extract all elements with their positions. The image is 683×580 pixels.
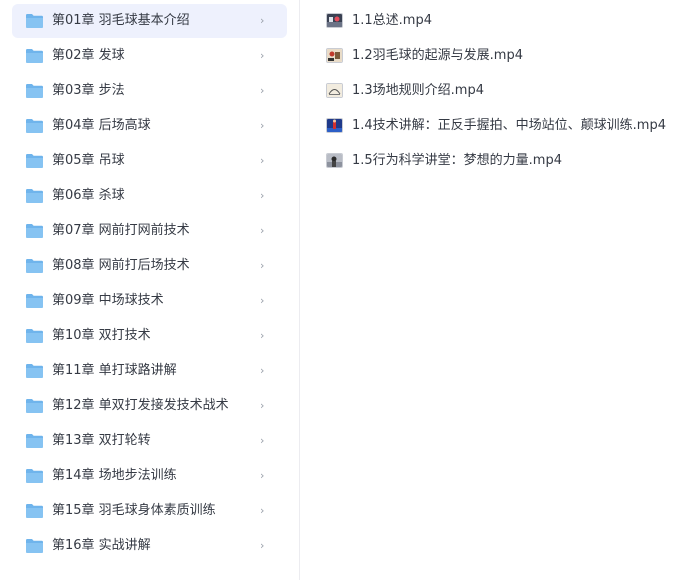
folder-list: 第01章 羽毛球基本介绍 › 第02章 发球 › 第03章 步法 › 第04章 … (0, 0, 299, 580)
folder-label: 第15章 羽毛球身体素质训练 (52, 503, 216, 518)
chevron-right-icon: › (260, 434, 265, 447)
chevron-right-icon: › (260, 224, 265, 237)
file-label: 1.3场地规则介绍.mp4 (352, 83, 484, 98)
folder-icon (26, 153, 43, 168)
folder-icon (26, 398, 43, 413)
file-label: 1.5行为科学讲堂：梦想的力量.mp4 (352, 153, 562, 168)
file-item[interactable]: 1.1总述.mp4 (324, 6, 679, 36)
chevron-right-icon: › (260, 364, 265, 377)
chevron-right-icon: › (260, 14, 265, 27)
folder-item-chapter-05[interactable]: 第05章 吊球 › (12, 144, 287, 178)
chevron-right-icon: › (260, 294, 265, 307)
folder-icon (26, 363, 43, 378)
folder-label: 第12章 单双打发接发技术战术 (52, 398, 229, 413)
folder-label: 第02章 发球 (52, 48, 125, 63)
folder-label: 第14章 场地步法训练 (52, 468, 177, 483)
folder-label: 第07章 网前打网前技术 (52, 223, 190, 238)
folder-item-chapter-10[interactable]: 第10章 双打技术 › (12, 319, 287, 353)
folder-item-chapter-04[interactable]: 第04章 后场高球 › (12, 109, 287, 143)
folder-icon (26, 118, 43, 133)
file-item[interactable]: 1.5行为科学讲堂：梦想的力量.mp4 (324, 146, 679, 176)
folder-item-chapter-13[interactable]: 第13章 双打轮转 › (12, 424, 287, 458)
folder-label: 第10章 双打技术 (52, 328, 151, 343)
folder-icon (26, 83, 43, 98)
folder-item-chapter-09[interactable]: 第09章 中场球技术 › (12, 284, 287, 318)
video-thumbnail-icon (326, 13, 343, 28)
folder-label: 第01章 羽毛球基本介绍 (52, 13, 190, 28)
chevron-right-icon: › (260, 504, 265, 517)
folder-icon (26, 538, 43, 553)
folder-icon (26, 328, 43, 343)
file-label: 1.1总述.mp4 (352, 13, 432, 28)
file-label: 1.2羽毛球的起源与发展.mp4 (352, 48, 523, 63)
video-thumbnail-icon (326, 83, 343, 98)
folder-item-chapter-07[interactable]: 第07章 网前打网前技术 › (12, 214, 287, 248)
folder-item-chapter-03[interactable]: 第03章 步法 › (12, 74, 287, 108)
file-label: 1.4技术讲解：正反手握拍、中场站位、颠球训练.mp4 (352, 118, 666, 133)
folder-icon (26, 433, 43, 448)
folder-label: 第16章 实战讲解 (52, 538, 151, 553)
folder-label: 第13章 双打轮转 (52, 433, 151, 448)
chevron-right-icon: › (260, 119, 265, 132)
folder-item-chapter-02[interactable]: 第02章 发球 › (12, 39, 287, 73)
folder-icon (26, 188, 43, 203)
video-thumbnail-icon (326, 48, 343, 63)
folder-label: 第03章 步法 (52, 83, 125, 98)
folder-label: 第06章 杀球 (52, 188, 125, 203)
file-item[interactable]: 1.2羽毛球的起源与发展.mp4 (324, 41, 679, 71)
folder-item-chapter-01[interactable]: 第01章 羽毛球基本介绍 › (12, 4, 287, 38)
folder-label: 第04章 后场高球 (52, 118, 151, 133)
folder-label: 第08章 网前打后场技术 (52, 258, 190, 273)
chevron-right-icon: › (260, 329, 265, 342)
chevron-right-icon: › (260, 539, 265, 552)
folder-item-chapter-16[interactable]: 第16章 实战讲解 › (12, 529, 287, 563)
folder-icon (26, 468, 43, 483)
chevron-right-icon: › (260, 469, 265, 482)
folder-icon (26, 258, 43, 273)
chevron-right-icon: › (260, 399, 265, 412)
file-item[interactable]: 1.3场地规则介绍.mp4 (324, 76, 679, 106)
folder-icon (26, 503, 43, 518)
video-thumbnail-icon (326, 153, 343, 168)
video-thumbnail-icon (326, 118, 343, 133)
file-list: 1.1总述.mp4 1.2羽毛球的起源与发展.mp4 1.3场地规则介绍.mp4… (300, 0, 683, 580)
folder-label: 第09章 中场球技术 (52, 293, 164, 308)
chevron-right-icon: › (260, 189, 265, 202)
chevron-right-icon: › (260, 84, 265, 97)
folder-label: 第11章 单打球路讲解 (52, 363, 177, 378)
chevron-right-icon: › (260, 154, 265, 167)
folder-icon (26, 293, 43, 308)
folder-item-chapter-15[interactable]: 第15章 羽毛球身体素质训练 › (12, 494, 287, 528)
folder-label: 第05章 吊球 (52, 153, 125, 168)
folder-item-chapter-06[interactable]: 第06章 杀球 › (12, 179, 287, 213)
folder-item-chapter-12[interactable]: 第12章 单双打发接发技术战术 › (12, 389, 287, 423)
folder-item-chapter-14[interactable]: 第14章 场地步法训练 › (12, 459, 287, 493)
chevron-right-icon: › (260, 49, 265, 62)
chevron-right-icon: › (260, 259, 265, 272)
folder-item-chapter-08[interactable]: 第08章 网前打后场技术 › (12, 249, 287, 283)
folder-item-chapter-11[interactable]: 第11章 单打球路讲解 › (12, 354, 287, 388)
folder-icon (26, 223, 43, 238)
folder-icon (26, 48, 43, 63)
folder-icon (26, 13, 43, 28)
file-item[interactable]: 1.4技术讲解：正反手握拍、中场站位、颠球训练.mp4 (324, 111, 679, 141)
file-browser: 第01章 羽毛球基本介绍 › 第02章 发球 › 第03章 步法 › 第04章 … (0, 0, 683, 580)
